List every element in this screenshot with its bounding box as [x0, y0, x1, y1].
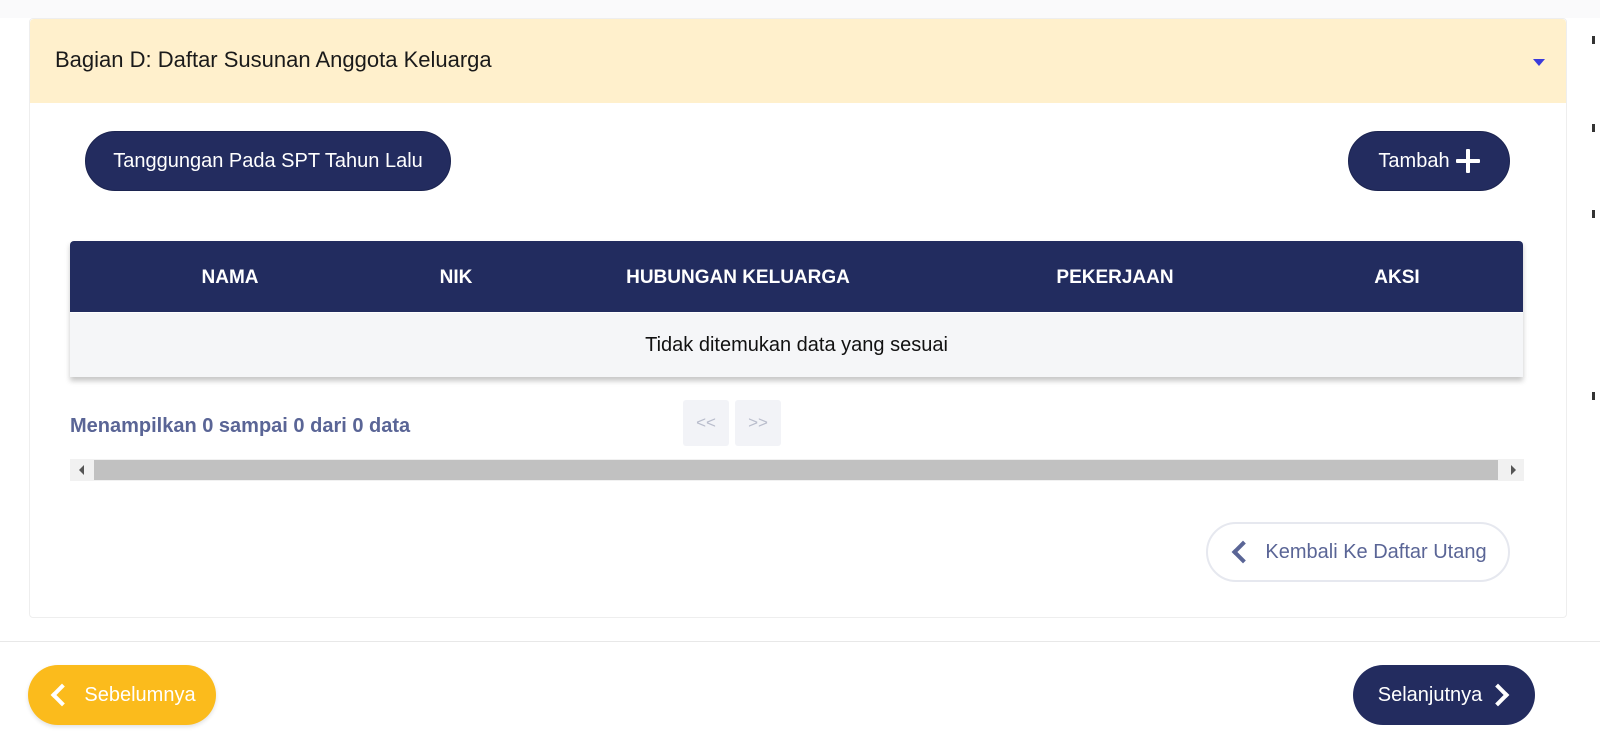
pagination-next-button[interactable]: >>	[735, 400, 781, 446]
caret-down-icon[interactable]	[1533, 59, 1545, 66]
selanjutnya-label: Selanjutnya	[1377, 683, 1483, 706]
tambah-label: Tambah	[1378, 149, 1450, 172]
column-header-nama[interactable]: NAMA	[202, 267, 259, 289]
sebelumnya-label: Sebelumnya	[84, 683, 196, 706]
kembali-label: Kembali Ke Daftar Utang	[1265, 540, 1487, 563]
chevron-left-icon	[51, 683, 74, 707]
plus-icon	[1455, 149, 1480, 173]
chevron-left-icon	[1232, 540, 1255, 564]
tanggungan-spt-button[interactable]: Tanggungan Pada SPT Tahun Lalu	[85, 131, 451, 191]
selanjutnya-button[interactable]: Selanjutnya	[1353, 665, 1535, 725]
section-card: Bagian D: Daftar Susunan Anggota Keluarg…	[29, 18, 1567, 618]
section-header[interactable]: Bagian D: Daftar Susunan Anggota Keluarg…	[30, 19, 1566, 103]
column-header-pekerjaan[interactable]: PEKERJAAN	[1056, 267, 1173, 289]
section-title: Bagian D: Daftar Susunan Anggota Keluarg…	[55, 47, 492, 72]
tanggungan-spt-label: Tanggungan Pada SPT Tahun Lalu	[113, 149, 423, 172]
column-header-aksi: AKSI	[1374, 267, 1420, 288]
table-header: NAMA NIK HUBUNGAN KELUARGA PEKERJAAN AKS…	[70, 241, 1523, 312]
scroll-right-arrow-icon[interactable]	[1500, 459, 1524, 481]
table-empty-row: Tidak ditemukan data yang sesuai	[70, 313, 1523, 377]
column-header-hubungan-keluarga[interactable]: HUBUNGAN KELUARGA	[626, 267, 850, 289]
empty-message: Tidak ditemukan data yang sesuai	[645, 333, 948, 356]
horizontal-scrollbar[interactable]	[70, 459, 1524, 481]
family-table: NAMA NIK HUBUNGAN KELUARGA PEKERJAAN AKS…	[70, 241, 1523, 377]
kembali-daftar-utang-button[interactable]: Kembali Ke Daftar Utang	[1206, 522, 1510, 582]
tambah-button[interactable]: Tambah	[1348, 131, 1510, 191]
pagination-prev-button[interactable]: <<	[683, 400, 729, 446]
column-header-nik[interactable]: NIK	[440, 267, 473, 289]
top-strip	[0, 0, 1600, 18]
right-edge-fragment	[1588, 0, 1600, 640]
sebelumnya-button[interactable]: Sebelumnya	[28, 665, 216, 725]
footer-divider	[0, 641, 1600, 642]
scroll-left-arrow-icon[interactable]	[70, 459, 94, 481]
pagination-info: Menampilkan 0 sampai 0 dari 0 data	[70, 415, 411, 437]
chevron-right-icon	[1486, 683, 1510, 707]
scrollbar-thumb[interactable]	[94, 460, 1498, 480]
